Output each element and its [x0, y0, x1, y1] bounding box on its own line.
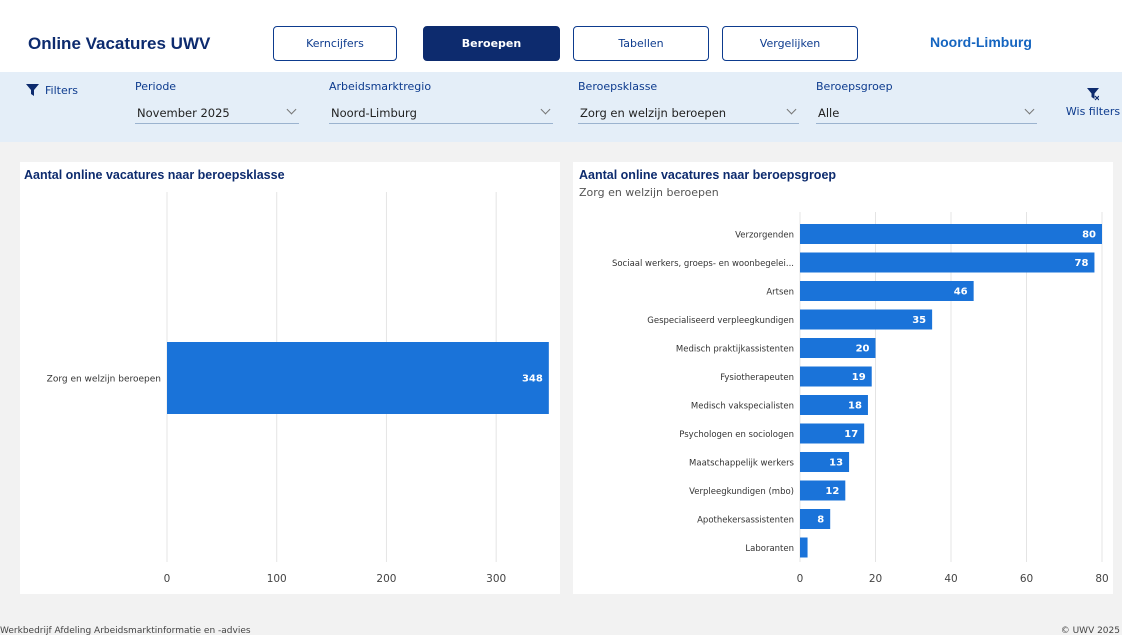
regio-value: Noord-Limburg [331, 105, 417, 120]
region-title: Noord-Limburg [930, 34, 1032, 50]
nav-beroepen-button[interactable]: Beroepen [423, 26, 560, 61]
beroepsklasse-panel: Aantal online vacatures naar beroepsklas… [20, 162, 560, 594]
periode-label: Periode [135, 80, 177, 93]
x-tick-label: 300 [486, 573, 506, 585]
category-label: Gespecialiseerd verpleegkundigen [647, 316, 794, 326]
bar-value-label: 8 [817, 515, 824, 526]
bar-value-label: 17 [844, 429, 858, 440]
beroepsgroep-chart: 0 20 40 60 80 Verzorgenden 80 Sociaal werkers, … [612, 212, 1109, 585]
footer-copyright: © UWV 2025 [1060, 626, 1120, 635]
bar-value-label: 13 [829, 458, 843, 469]
beroepsklasse-value: Zorg en welzijn beroepen [580, 105, 727, 120]
bar-value-label: 80 [1082, 230, 1096, 241]
regio-select[interactable]: Noord-Limburg [329, 102, 553, 124]
filter-bar: Filters Periode November 2025 Arbeidsmar… [0, 72, 1122, 142]
beroepsgroep-select[interactable]: Alle [816, 102, 1037, 124]
bar-value-label: 46 [954, 287, 968, 298]
category-label: Verzorgenden [735, 231, 794, 241]
chevron-down-icon [540, 104, 551, 115]
clear-filters-button[interactable]: Wis filters [1064, 86, 1122, 118]
x-tick-label: 80 [1095, 573, 1108, 585]
x-tick-label: 40 [944, 573, 957, 585]
x-tick-label: 200 [376, 573, 396, 585]
beroepsgroep-label: Beroepsgroep [816, 80, 893, 93]
chevron-down-icon [1024, 104, 1035, 115]
app-title: Online Vacatures UWV [28, 34, 211, 53]
periode-select[interactable]: November 2025 [135, 102, 299, 124]
bar-value-label: 35 [912, 315, 926, 326]
nav-kerncijfers-button[interactable]: Kerncijfers [273, 26, 397, 61]
bar-value-label: 12 [825, 486, 839, 497]
category-label: Sociaal werkers, groeps- en woonbegelei.… [612, 259, 794, 269]
category-label: Fysiotherapeuten [720, 373, 794, 383]
category-label: Artsen [766, 288, 794, 298]
footer-credit: Werkbedrijf Afdeling Arbeidsmarktinforma… [0, 626, 251, 635]
chevron-down-icon [286, 104, 297, 115]
filters-label: Filters [45, 84, 78, 97]
bar-value-label: 18 [848, 401, 862, 412]
bar-value-label: 19 [852, 372, 866, 383]
dashboard-page: Online Vacatures UWV Kerncijfers Beroepe… [0, 0, 1122, 635]
filter-icon [26, 84, 39, 96]
x-tick-label: 100 [267, 573, 287, 585]
beroepsklasse-chart: 0 100 200 300 Zorg en welzijn beroepen 348 [47, 192, 549, 585]
category-label: Apothekersassistenten [697, 516, 794, 526]
clear-filters-label: Wis filters [1065, 105, 1121, 118]
filters-toggle[interactable]: Filters [26, 84, 78, 97]
category-label: Laboranten [745, 544, 794, 554]
category-label: Medisch vakspecialisten [691, 402, 794, 412]
beroepsklasse-label: Beroepsklasse [578, 80, 658, 93]
bar-value-label: 20 [856, 344, 870, 355]
x-tick-label: 20 [869, 573, 882, 585]
bar [800, 224, 1102, 244]
bar [167, 342, 549, 414]
category-label: Medisch praktijkassistenten [676, 345, 794, 355]
beroepsklasse-select[interactable]: Zorg en welzijn beroepen [578, 102, 799, 124]
category-label: Verpleegkundigen (mbo) [689, 487, 794, 497]
category-label: Maatschappelijk werkers [689, 459, 795, 469]
category-label: Zorg en welzijn beroepen [47, 375, 161, 385]
bar [800, 509, 831, 529]
bar-value-label: 348 [522, 374, 543, 385]
beroepsgroep-value: Alle [818, 105, 840, 120]
regio-label: Arbeidsmarktregio [329, 80, 432, 93]
chevron-down-icon [786, 104, 797, 115]
bar [800, 252, 1095, 273]
nav-tabellen-button[interactable]: Tabellen [573, 26, 709, 61]
bar [800, 281, 974, 301]
x-tick-label: 60 [1020, 573, 1033, 585]
x-tick-label: 0 [164, 573, 171, 585]
bar-value-label: 78 [1075, 258, 1089, 269]
nav-vergelijken-button[interactable]: Vergelijken [722, 26, 858, 61]
beroepsgroep-panel: Aantal online vacatures naar beroepsgroe… [573, 162, 1113, 594]
x-tick-label: 0 [797, 573, 804, 585]
periode-value: November 2025 [137, 105, 230, 120]
header: Online Vacatures UWV Kerncijfers Beroepe… [0, 0, 1122, 72]
category-label: Psychologen en sociologen [679, 430, 794, 440]
clear-filter-icon [1087, 88, 1100, 101]
bar [800, 537, 808, 558]
